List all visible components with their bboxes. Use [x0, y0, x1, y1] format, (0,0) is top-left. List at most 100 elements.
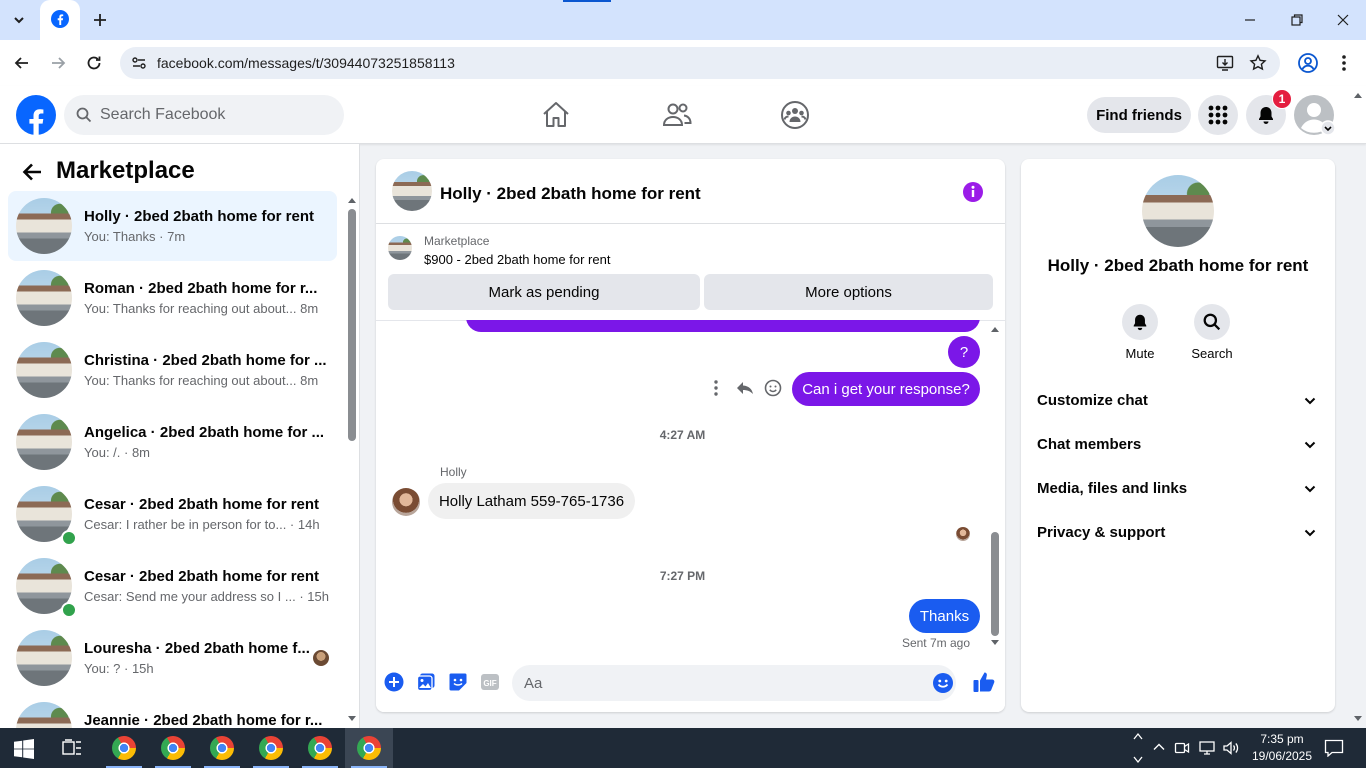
conversation-item[interactable]: Angelica · 2bed 2bath home for ... You: …	[8, 407, 337, 477]
message-timestamp: 4:27 AM	[659, 428, 706, 442]
sticker-icon[interactable]	[448, 672, 468, 692]
chat-header-avatar[interactable]	[392, 171, 432, 211]
message-input[interactable]	[512, 665, 956, 701]
conversation-item[interactable]: Jeannie · 2bed 2bath home for r...	[8, 695, 337, 728]
read-receipt-avatar	[956, 527, 970, 541]
more-options-icon[interactable]	[707, 377, 725, 399]
account-avatar[interactable]	[1294, 95, 1336, 137]
bookmark-star-icon[interactable]	[1249, 54, 1267, 72]
react-smiley-icon[interactable]	[763, 378, 783, 398]
chat-title[interactable]: Holly · 2bed 2bath home for rent	[440, 184, 701, 204]
seen-by-avatar	[313, 650, 329, 666]
conversation-preview: Cesar: I rather be in person for to... ·…	[84, 517, 320, 532]
chevron-up-icon[interactable]	[1152, 740, 1166, 754]
conversation-item[interactable]: Roman · 2bed 2bath home for r... You: Th…	[8, 263, 337, 333]
volume-icon[interactable]	[1222, 740, 1240, 756]
close-window-icon[interactable]	[1333, 10, 1353, 30]
new-tab-plus-icon[interactable]	[90, 10, 110, 30]
home-icon[interactable]	[539, 98, 573, 132]
message-bubble-incoming[interactable]: Holly Latham 559-765-1736	[428, 483, 635, 519]
back-arrow-icon[interactable]	[20, 160, 44, 184]
gif-icon[interactable]: GIF	[480, 672, 500, 692]
minimize-window-icon[interactable]	[1240, 10, 1260, 30]
message-scrollbar[interactable]	[989, 322, 1001, 650]
listing-thumbnail-avatar	[16, 702, 72, 728]
network-icon[interactable]	[1198, 740, 1216, 756]
notification-center-icon[interactable]	[1324, 739, 1344, 757]
friends-icon[interactable]	[660, 98, 694, 132]
taskbar-clock[interactable]: 7:35 pm 19/06/2025	[1250, 731, 1314, 765]
info-icon[interactable]	[962, 181, 984, 203]
restore-window-icon[interactable]	[1287, 10, 1307, 30]
tab-loading-indicator	[563, 0, 611, 2]
forward-arrow-icon[interactable]	[48, 53, 68, 73]
address-bar[interactable]: facebook.com/messages/t/3094407325185811…	[120, 47, 1280, 79]
browser-toolbar: facebook.com/messages/t/3094407325185811…	[0, 40, 1366, 86]
back-arrow-icon[interactable]	[12, 53, 32, 73]
listing-thumbnail-avatar	[16, 270, 72, 326]
message-bubble-outgoing[interactable]: Thanks	[909, 599, 980, 633]
add-more-plus-icon[interactable]	[384, 672, 404, 692]
listing-title[interactable]: $900 - 2bed 2bath home for rent	[424, 252, 610, 267]
tab-list-chevron-icon[interactable]	[8, 10, 30, 30]
conversation-item[interactable]: Christina · 2bed 2bath home for ... You:…	[8, 335, 337, 405]
svg-text:GIF: GIF	[483, 679, 496, 688]
chrome-icon	[210, 736, 234, 760]
chrome-taskbar-app[interactable]	[149, 728, 197, 768]
find-friends-button[interactable]: Find friends	[1087, 97, 1191, 133]
media-files-links-section[interactable]: Media, files and links	[1029, 469, 1327, 509]
chrome-icon	[112, 736, 136, 760]
section-title: Chat members	[1037, 436, 1142, 453]
chat-members-section[interactable]: Chat members	[1029, 425, 1327, 465]
message-bubble-outgoing[interactable]: ?	[948, 336, 980, 368]
emoji-icon[interactable]	[932, 672, 954, 694]
customize-chat-section[interactable]: Customize chat	[1029, 381, 1327, 421]
page-scrollbar[interactable]	[1352, 88, 1364, 726]
chrome-taskbar-app[interactable]	[247, 728, 295, 768]
chrome-icon	[161, 736, 185, 760]
message-timestamp: 7:27 PM	[659, 569, 706, 583]
groups-icon[interactable]	[778, 98, 812, 132]
chrome-taskbar-app[interactable]	[198, 728, 246, 768]
browser-menu-icon[interactable]	[1334, 52, 1354, 74]
windows-start-icon[interactable]	[14, 739, 34, 759]
chat-panel: Holly · 2bed 2bath home for rent Marketp…	[376, 159, 1005, 712]
privacy-support-section[interactable]: Privacy & support	[1029, 513, 1327, 553]
conversation-item[interactable]: Cesar · 2bed 2bath home for rent Cesar: …	[8, 479, 337, 549]
site-settings-icon[interactable]	[130, 54, 148, 72]
search-box[interactable]	[64, 95, 344, 135]
listing-thumbnail-avatar	[16, 630, 72, 686]
attach-photo-icon[interactable]	[416, 672, 436, 692]
marketplace-chat-list: Marketplace Holly · 2bed 2bath home for …	[0, 144, 360, 728]
sidebar-scrollbar[interactable]	[347, 196, 357, 726]
chrome-taskbar-app-active[interactable]	[345, 728, 393, 768]
chrome-taskbar-app[interactable]	[296, 728, 344, 768]
message-bubble-outgoing[interactable]: Can i get your response?	[792, 372, 980, 406]
more-options-button[interactable]: More options	[704, 274, 993, 310]
meet-now-icon[interactable]	[1174, 740, 1190, 756]
taskbar-scroll-arrows[interactable]	[1132, 730, 1144, 766]
task-view-icon[interactable]	[62, 739, 82, 757]
search-input[interactable]	[100, 95, 330, 135]
menu-grid-button[interactable]	[1198, 95, 1238, 135]
profile-icon[interactable]	[1297, 52, 1319, 74]
menu-grid-icon	[1208, 105, 1228, 125]
conversation-item[interactable]: Louresha · 2bed 2bath home f... You: ? ·…	[8, 623, 337, 693]
browser-tab-strip	[0, 0, 1366, 40]
sender-avatar[interactable]	[392, 488, 420, 516]
conversation-item[interactable]: Holly · 2bed 2bath home for rent You: Th…	[8, 191, 337, 261]
mark-as-pending-button[interactable]: Mark as pending	[388, 274, 700, 310]
reload-icon[interactable]	[84, 53, 104, 73]
url-text[interactable]: facebook.com/messages/t/3094407325185811…	[157, 55, 455, 71]
chrome-taskbar-app[interactable]	[100, 728, 148, 768]
search-in-conversation-button[interactable]: Search	[1182, 304, 1242, 361]
message-bubble-outgoing-partial[interactable]	[466, 320, 980, 332]
mute-button[interactable]: Mute	[1110, 304, 1170, 361]
facebook-logo-icon[interactable]	[16, 95, 56, 135]
install-app-icon[interactable]	[1216, 54, 1234, 72]
thumbs-up-icon[interactable]	[972, 670, 996, 694]
reply-icon[interactable]	[735, 378, 755, 398]
browser-tab-facebook[interactable]	[40, 0, 80, 40]
conversation-item[interactable]: Cesar · 2bed 2bath home for rent Cesar: …	[8, 551, 337, 621]
chat-info-panel: Holly · 2bed 2bath home for rent Mute Se…	[1021, 159, 1335, 712]
